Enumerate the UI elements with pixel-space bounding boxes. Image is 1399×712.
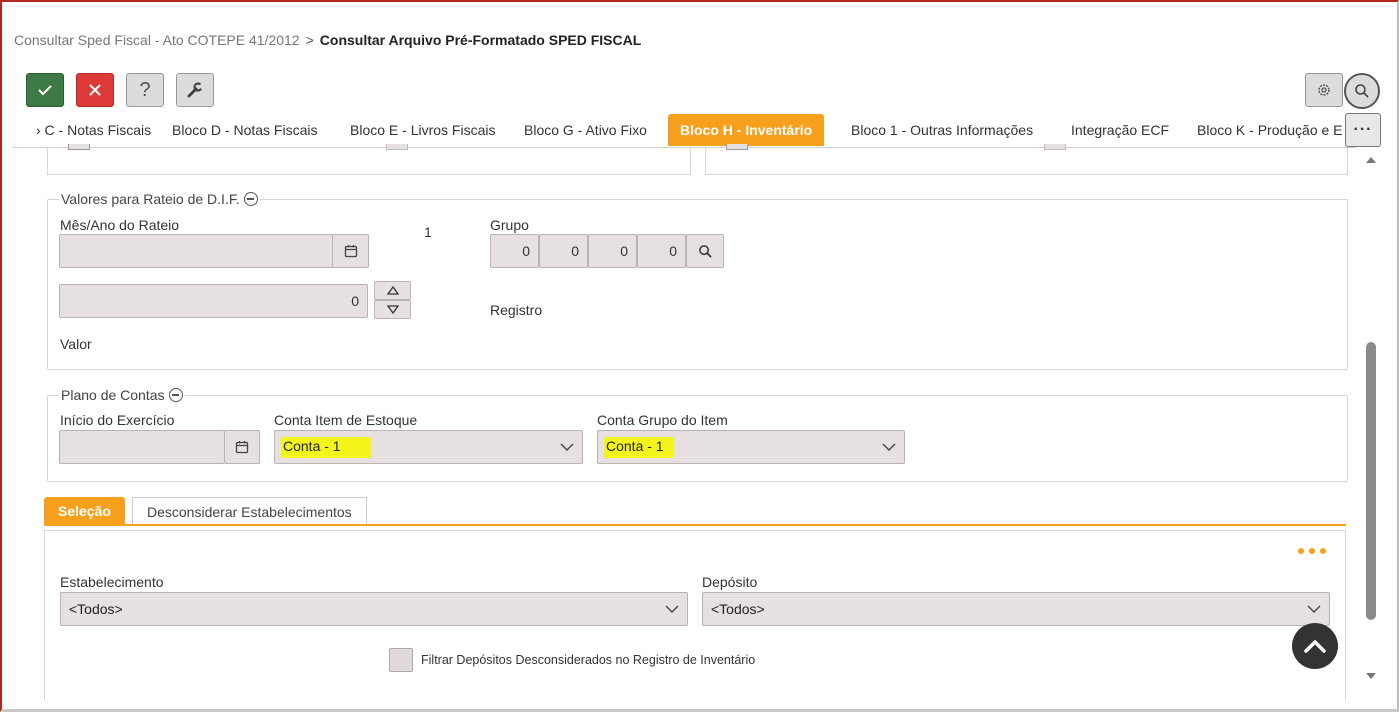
rateio-legend[interactable]: Valores para Rateio de D.I.F. (59, 191, 260, 207)
estabelecimento-label: Estabelecimento (60, 574, 164, 590)
scroll-down-arrow-icon[interactable] (1365, 672, 1377, 680)
scrollbar-thumb[interactable] (1366, 342, 1376, 620)
grupo-input-2[interactable]: 0 (539, 234, 588, 268)
filtrar-depositos-checkbox[interactable] (389, 648, 413, 672)
chevron-down-icon (665, 605, 679, 613)
scroll-up-arrow-icon[interactable] (1365, 156, 1377, 164)
scroll-to-top-button[interactable] (1292, 623, 1338, 669)
collapse-icon[interactable] (243, 192, 258, 206)
plano-contas-legend-text: Plano de Contas (61, 387, 165, 403)
triangle-down-icon (386, 305, 399, 314)
subtab-underline (44, 524, 1346, 526)
mes-ano-label: Mês/Ano do Rateio (60, 217, 180, 233)
valor-decrement-button[interactable] (374, 300, 411, 319)
inicio-exercicio-input[interactable] (59, 430, 225, 464)
confirm-button[interactable] (26, 73, 64, 107)
gear-icon (1318, 84, 1330, 96)
checkbox-partial[interactable] (68, 144, 90, 150)
check-icon (38, 85, 52, 96)
chevron-up-icon (1304, 640, 1326, 653)
chevron-down-icon (882, 443, 896, 451)
valor-label: Valor (60, 336, 92, 352)
tab-bloco-e[interactable]: Bloco E - Livros Fiscais (338, 114, 507, 146)
conta-grupo-select[interactable]: Conta - 1 (597, 430, 905, 464)
grupo-input-1[interactable]: 0 (490, 234, 539, 268)
close-icon (89, 84, 101, 96)
tab-bloco-g[interactable]: Bloco G - Ativo Fixo (512, 114, 659, 146)
conta-grupo-value: Conta - 1 (604, 436, 674, 458)
calendar-icon (344, 245, 357, 258)
tab-bloco-1[interactable]: Bloco 1 - Outras Informações (839, 114, 1045, 146)
mes-ano-input[interactable] (59, 234, 333, 268)
plano-contas-legend[interactable]: Plano de Contas (59, 387, 185, 403)
checkbox-partial[interactable] (1044, 144, 1066, 150)
breadcrumb-separator: > (305, 32, 314, 48)
deposito-value: <Todos> (711, 601, 765, 617)
registro-label: Registro (490, 302, 543, 318)
valor-increment-button[interactable] (374, 281, 411, 300)
tab-integracao-ecf[interactable]: Integração ECF (1059, 114, 1181, 146)
tabs-more-button[interactable]: ··· (1345, 113, 1381, 147)
conta-item-select[interactable]: Conta - 1 (274, 430, 583, 464)
tab-bar: › C - Notas Fiscais Bloco D - Notas Fisc… (2, 114, 1382, 148)
deposito-label: Depósito (702, 574, 758, 590)
collapse-icon[interactable] (168, 388, 183, 402)
tab-bloco-k[interactable]: Bloco K - Produção e E (1185, 114, 1355, 146)
estabelecimento-select[interactable]: <Todos> (60, 592, 688, 626)
checkbox-partial[interactable] (386, 144, 408, 150)
settings-button[interactable] (1305, 73, 1343, 107)
checkbox-partial[interactable] (726, 144, 748, 150)
tab-bloco-h[interactable]: Bloco H - Inventário (668, 114, 825, 146)
search-button[interactable] (1344, 73, 1380, 109)
help-button[interactable]: ? (126, 73, 164, 107)
wrench-icon (187, 82, 204, 98)
calendar-icon (235, 441, 249, 454)
tab-selecao[interactable]: Seleção (44, 497, 125, 525)
conta-grupo-label: Conta Grupo do Item (597, 412, 728, 428)
conta-item-label: Conta Item de Estoque (274, 412, 418, 428)
triangle-up-icon (386, 286, 399, 295)
grupo-label: Grupo (490, 217, 529, 233)
deposito-select[interactable]: <Todos> (702, 592, 1330, 626)
cancel-button[interactable] (76, 73, 114, 107)
previous-section-left (47, 144, 691, 175)
breadcrumb-parent[interactable]: Consultar Sped Fiscal - Ato COTEPE 41/20… (14, 32, 300, 48)
mes-ano-calendar-button[interactable] (332, 234, 369, 268)
grupo-input-4[interactable]: 0 (637, 234, 686, 268)
conta-item-value: Conta - 1 (281, 436, 371, 458)
side-number: 1 (424, 224, 432, 240)
search-icon (1355, 84, 1369, 98)
rateio-legend-text: Valores para Rateio de D.I.F. (61, 191, 240, 207)
filtrar-depositos-label[interactable]: Filtrar Depósitos Desconsiderados no Reg… (421, 653, 755, 667)
question-icon: ? (139, 78, 151, 101)
chevron-down-icon (560, 443, 574, 451)
search-icon (698, 244, 712, 258)
more-options-icon[interactable] (1298, 548, 1332, 562)
app-window: Consultar Sped Fiscal - Ato COTEPE 41/20… (0, 0, 1399, 712)
estabelecimento-value: <Todos> (69, 601, 123, 617)
grupo-input-3[interactable]: 0 (588, 234, 637, 268)
chevron-down-icon (1307, 605, 1321, 613)
tab-desconsiderar-estabelecimentos[interactable]: Desconsiderar Estabelecimentos (132, 497, 367, 525)
page-title: Consultar Arquivo Pré-Formatado SPED FIS… (319, 32, 642, 48)
previous-section-right (705, 144, 1348, 175)
breadcrumb: Consultar Sped Fiscal - Ato COTEPE 41/20… (14, 32, 641, 48)
inicio-exercicio-calendar-button[interactable] (224, 430, 260, 464)
tab-bloco-c[interactable]: › C - Notas Fiscais (24, 114, 163, 146)
tab-bloco-d[interactable]: Bloco D - Notas Fiscais (160, 114, 329, 146)
grupo-search-button[interactable] (686, 234, 724, 268)
inicio-exercicio-label: Início do Exercício (60, 412, 175, 428)
tools-button[interactable] (176, 73, 214, 107)
valor-input[interactable]: 0 (59, 284, 368, 318)
